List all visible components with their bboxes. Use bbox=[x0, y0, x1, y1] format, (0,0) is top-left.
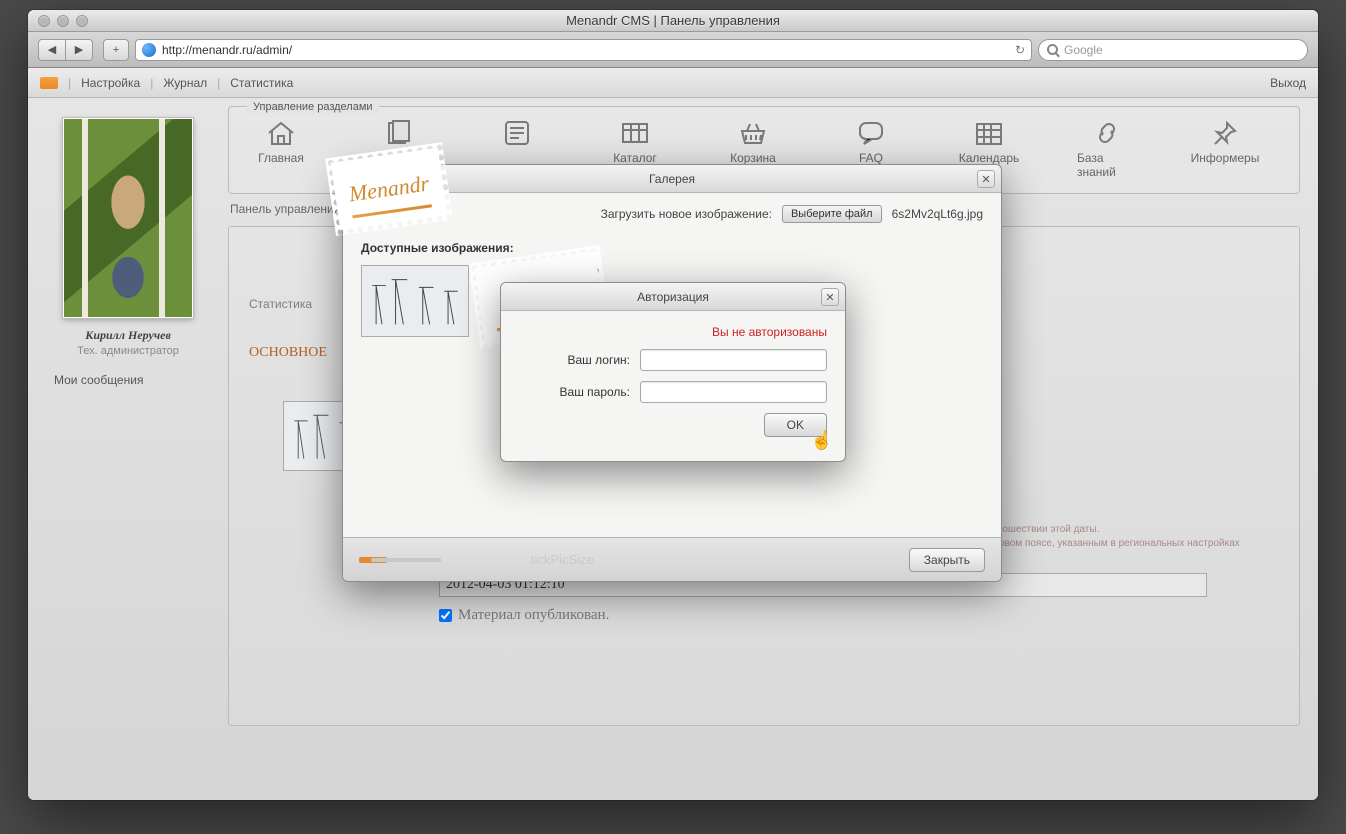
logout-link[interactable]: Выход bbox=[1270, 76, 1306, 90]
login-label: Ваш логин: bbox=[519, 353, 630, 367]
published-checkbox-label: Материал опубликован. bbox=[458, 607, 609, 624]
app-logo-icon bbox=[40, 77, 58, 89]
auth-dialog-header[interactable]: Авторизация ✕ bbox=[501, 283, 845, 311]
sections-legend: Управление разделами bbox=[247, 101, 379, 113]
browser-toolbar: ◀ ▶ + http://menandr.ru/admin/ ↻ Google bbox=[28, 32, 1318, 68]
pages-icon bbox=[383, 119, 415, 147]
search-icon bbox=[1047, 44, 1058, 55]
choose-file-button[interactable]: Выберите файл bbox=[782, 205, 882, 223]
section-informers[interactable]: Информеры bbox=[1195, 119, 1255, 179]
browser-window: Menandr CMS | Панель управления ◀ ▶ + ht… bbox=[28, 10, 1318, 800]
reload-icon[interactable]: ↻ bbox=[1015, 43, 1025, 57]
url-bar[interactable]: http://menandr.ru/admin/ ↻ bbox=[135, 39, 1032, 61]
minimize-window-icon[interactable] bbox=[57, 15, 69, 27]
upload-label: Загрузить новое изображение: bbox=[601, 207, 772, 221]
search-bar[interactable]: Google bbox=[1038, 39, 1308, 61]
thumbnail-size-slider[interactable] bbox=[371, 558, 441, 562]
home-icon bbox=[265, 119, 297, 147]
auth-dialog: Авторизация ✕ Вы не авторизованы Ваш лог… bbox=[500, 282, 846, 462]
my-messages-link[interactable]: Мои сообщения bbox=[38, 373, 218, 387]
calendar-icon bbox=[973, 119, 1005, 147]
links-icon bbox=[1091, 119, 1123, 147]
auth-error-message: Вы не авторизованы bbox=[519, 325, 827, 339]
forward-button[interactable]: ▶ bbox=[65, 39, 93, 61]
url-text: http://menandr.ru/admin/ bbox=[162, 43, 292, 57]
gallery-dialog-title: Галерея bbox=[649, 172, 695, 186]
app-menubar: | Настройка | Журнал | Статистика Выход bbox=[28, 68, 1318, 98]
menu-stats[interactable]: Статистика bbox=[230, 76, 293, 90]
image-thumbnail[interactable] bbox=[361, 265, 469, 337]
sidebar: Кирилл Неручев Тех. администратор Мои со… bbox=[28, 98, 228, 800]
add-bookmark-button[interactable]: + bbox=[103, 39, 129, 61]
ok-button[interactable]: OK bbox=[764, 413, 827, 437]
published-checkbox[interactable] bbox=[439, 609, 452, 622]
auth-close-icon[interactable]: ✕ bbox=[821, 288, 839, 306]
login-input[interactable] bbox=[640, 349, 827, 371]
password-label: Ваш пароль: bbox=[519, 385, 630, 399]
pin-icon bbox=[1209, 119, 1241, 147]
close-window-icon[interactable] bbox=[38, 15, 50, 27]
app-viewport: | Настройка | Журнал | Статистика Выход … bbox=[28, 68, 1318, 800]
menandr-stamp-icon: Menandr bbox=[325, 142, 453, 236]
section-home[interactable]: Главная bbox=[251, 119, 311, 179]
window-controls[interactable] bbox=[38, 15, 88, 27]
titlebar: Menandr CMS | Панель управления bbox=[28, 10, 1318, 32]
avatar[interactable] bbox=[63, 118, 193, 318]
user-role: Тех. администратор bbox=[38, 345, 218, 357]
gallery-footer: tickPicSize Закрыть bbox=[343, 537, 1001, 581]
available-images-heading: Доступные изображения: bbox=[361, 241, 983, 255]
auth-dialog-title: Авторизация bbox=[637, 290, 709, 304]
gallery-close-button[interactable]: Закрыть bbox=[909, 548, 985, 572]
basket-icon bbox=[737, 119, 769, 147]
page-title: Menandr CMS | Панель управления bbox=[28, 13, 1318, 28]
menu-settings[interactable]: Настройка bbox=[81, 76, 140, 90]
slider-ghost-label: tickPicSize bbox=[531, 552, 594, 567]
user-name: Кирилл Неручев bbox=[38, 328, 218, 343]
zoom-window-icon[interactable] bbox=[76, 15, 88, 27]
password-input[interactable] bbox=[640, 381, 827, 403]
back-button[interactable]: ◀ bbox=[38, 39, 66, 61]
section-kb[interactable]: База знаний bbox=[1077, 119, 1137, 179]
catalog-icon bbox=[619, 119, 651, 147]
search-placeholder: Google bbox=[1064, 43, 1103, 57]
news-icon bbox=[501, 119, 533, 147]
gallery-close-icon[interactable]: ✕ bbox=[977, 170, 995, 188]
globe-icon bbox=[142, 43, 156, 57]
selected-filename: 6s2Mv2qLt6g.jpg bbox=[892, 207, 983, 221]
menu-journal[interactable]: Журнал bbox=[163, 76, 207, 90]
faq-icon bbox=[855, 119, 887, 147]
